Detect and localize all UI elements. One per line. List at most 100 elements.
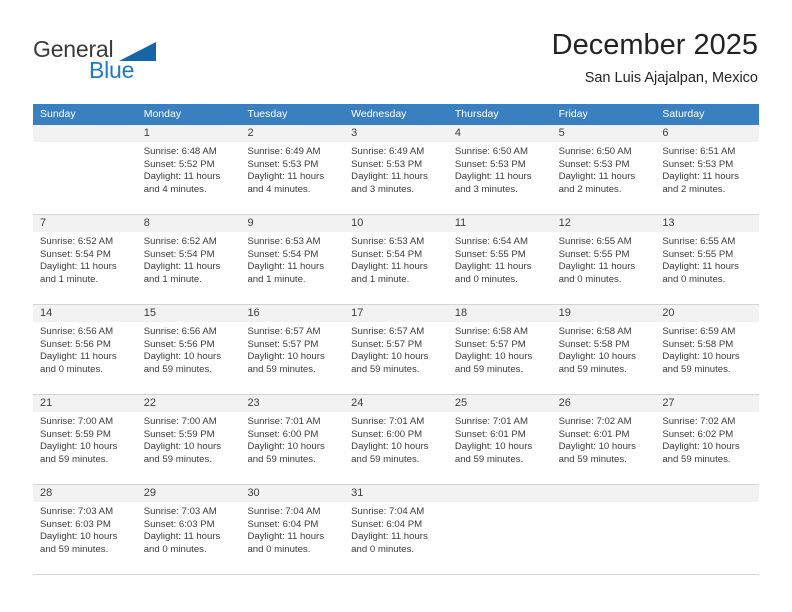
day-info-line: Sunset: 5:53 PM	[351, 158, 423, 170]
day-cell-1[interactable]: 1 Sunrise: 6:48 AM Sunset: 5:52 PM Daylight…	[136, 125, 241, 214]
day-info-line: Daylight: 10 hours	[662, 441, 740, 453]
day-info: Sunrise: 6:58 AM Sunset: 5:58 PM Daylight:…	[552, 322, 656, 376]
day-cell-31[interactable]: 31 Sunrise: 7:04 AM Sunset: 6:04 PM Dayligh…	[344, 485, 448, 574]
day-info	[552, 502, 656, 506]
day-number: 9	[240, 215, 345, 232]
day-number: 29	[136, 485, 241, 502]
day-info: Sunrise: 6:50 AM Sunset: 5:53 PM Daylight:…	[448, 142, 552, 196]
day-info-line: Sunrise: 6:56 AM	[143, 326, 217, 337]
day-info-line: and 59 minutes.	[351, 453, 420, 465]
day-cell-23[interactable]: 23 Sunrise: 7:01 AM Sunset: 6:00 PM Dayligh…	[240, 395, 345, 484]
day-cell-26[interactable]: 26 Sunrise: 7:02 AM Sunset: 6:01 PM Dayligh…	[551, 395, 656, 484]
day-info-line: Daylight: 10 hours	[247, 351, 325, 363]
day-cell-17[interactable]: 17 Sunrise: 6:57 AM Sunset: 5:57 PM Dayligh…	[344, 305, 448, 394]
day-info-line: Daylight: 11 hours	[454, 261, 532, 273]
day-number: 10	[344, 215, 448, 232]
day-number: 22	[136, 395, 241, 412]
day-cell-4[interactable]: 4 Sunrise: 6:50 AM Sunset: 5:53 PM Daylight…	[447, 125, 552, 214]
day-cell-20[interactable]: 20 Sunrise: 6:59 AM Sunset: 5:58 PM Dayligh…	[655, 305, 760, 394]
day-cell-27[interactable]: 27 Sunrise: 7:02 AM Sunset: 6:02 PM Dayligh…	[655, 395, 760, 484]
day-info-line: Sunset: 6:00 PM	[247, 428, 319, 440]
day-info: Sunrise: 6:49 AM Sunset: 5:53 PM Daylight:…	[240, 142, 344, 196]
day-info-line: and 59 minutes.	[558, 363, 627, 375]
day-info-line: Sunset: 6:02 PM	[662, 428, 734, 440]
day-info-line: and 4 minutes.	[143, 183, 207, 195]
day-info-line: Sunset: 5:53 PM	[662, 158, 734, 170]
day-info	[448, 502, 552, 506]
day-cell-2[interactable]: 2 Sunrise: 6:49 AM Sunset: 5:53 PM Daylight…	[240, 125, 345, 214]
day-info-line: and 2 minutes.	[558, 183, 622, 195]
day-info-line: Daylight: 11 hours	[247, 261, 325, 273]
day-cell-5[interactable]: 5 Sunrise: 6:50 AM Sunset: 5:53 PM Daylight…	[551, 125, 656, 214]
day-cell-6[interactable]: 6 Sunrise: 6:51 AM Sunset: 5:53 PM Daylight…	[655, 125, 760, 214]
day-cell-21[interactable]: 21 Sunrise: 7:00 AM Sunset: 5:59 PM Dayligh…	[33, 395, 137, 484]
day-cell-3[interactable]: 3 Sunrise: 6:49 AM Sunset: 5:53 PM Daylight…	[344, 125, 448, 214]
day-info-line: Daylight: 11 hours	[351, 261, 428, 273]
day-number: 1	[136, 125, 241, 142]
day-number: 12	[551, 215, 656, 232]
day-cell-13[interactable]: 13 Sunrise: 6:55 AM Sunset: 5:55 PM Dayligh…	[655, 215, 760, 304]
day-info-line: Sunrise: 6:53 AM	[351, 236, 425, 247]
weekday-header-saturday: Saturday	[662, 108, 705, 120]
day-info: Sunrise: 6:59 AM Sunset: 5:58 PM Daylight:…	[655, 322, 759, 376]
day-cell-10[interactable]: 10 Sunrise: 6:53 AM Sunset: 5:54 PM Dayligh…	[344, 215, 448, 304]
day-info-line: and 2 minutes.	[662, 183, 726, 195]
day-info-line: Sunset: 5:59 PM	[40, 428, 111, 440]
day-info-line: Daylight: 11 hours	[662, 171, 739, 183]
day-info-line: Sunset: 5:57 PM	[454, 338, 526, 350]
calendar-week-row: 21 Sunrise: 7:00 AM Sunset: 5:59 PM Dayligh…	[33, 395, 760, 485]
day-info-line: and 59 minutes.	[143, 363, 212, 375]
day-cell-19[interactable]: 19 Sunrise: 6:58 AM Sunset: 5:58 PM Dayligh…	[551, 305, 656, 394]
day-info-line: Sunset: 5:57 PM	[247, 338, 319, 350]
day-info: Sunrise: 6:52 AM Sunset: 5:54 PM Daylight:…	[137, 232, 241, 286]
day-cell-12[interactable]: 12 Sunrise: 6:55 AM Sunset: 5:55 PM Dayligh…	[551, 215, 656, 304]
day-cell-15[interactable]: 15 Sunrise: 6:56 AM Sunset: 5:56 PM Dayligh…	[136, 305, 241, 394]
day-info-line: Daylight: 11 hours	[351, 171, 428, 183]
day-info-line: and 59 minutes.	[662, 363, 731, 375]
day-info: Sunrise: 7:03 AM Sunset: 6:03 PM Daylight:…	[137, 502, 241, 556]
day-cell-30[interactable]: 30 Sunrise: 7:04 AM Sunset: 6:04 PM Dayligh…	[240, 485, 345, 574]
day-info-line: Sunrise: 6:49 AM	[247, 146, 321, 157]
day-cell-28[interactable]: 28 Sunrise: 7:03 AM Sunset: 6:03 PM Dayligh…	[33, 485, 137, 574]
page-header: General Blue December 2025 San Luis Ajaj…	[0, 0, 792, 100]
day-info-line: and 0 minutes.	[40, 363, 103, 375]
day-info: Sunrise: 6:55 AM Sunset: 5:55 PM Daylight:…	[552, 232, 656, 286]
day-cell-empty	[447, 485, 552, 574]
day-info-line: Daylight: 11 hours	[662, 261, 739, 273]
day-cell-24[interactable]: 24 Sunrise: 7:01 AM Sunset: 6:00 PM Dayligh…	[344, 395, 448, 484]
day-info: Sunrise: 6:53 AM Sunset: 5:54 PM Daylight:…	[240, 232, 344, 286]
general-blue-logo[interactable]: General Blue	[33, 36, 183, 88]
day-info: Sunrise: 6:52 AM Sunset: 5:54 PM Daylight:…	[33, 232, 137, 286]
day-info-line: Sunrise: 6:55 AM	[662, 236, 736, 247]
day-number: 19	[551, 305, 656, 322]
day-info-line: Sunset: 5:56 PM	[40, 338, 111, 350]
day-info-line: and 59 minutes.	[40, 543, 109, 555]
day-cell-8[interactable]: 8 Sunrise: 6:52 AM Sunset: 5:54 PM Daylight…	[136, 215, 241, 304]
day-cell-11[interactable]: 11 Sunrise: 6:54 AM Sunset: 5:55 PM Dayligh…	[447, 215, 552, 304]
day-info-line: Sunrise: 7:00 AM	[40, 416, 114, 427]
day-info-line: Sunrise: 7:00 AM	[143, 416, 217, 427]
day-info	[33, 142, 137, 146]
day-cell-18[interactable]: 18 Sunrise: 6:58 AM Sunset: 5:57 PM Dayligh…	[447, 305, 552, 394]
day-cell-14[interactable]: 14 Sunrise: 6:56 AM Sunset: 5:56 PM Dayligh…	[33, 305, 137, 394]
day-info-line: Daylight: 11 hours	[247, 531, 325, 543]
day-info-line: and 59 minutes.	[40, 453, 109, 465]
title-block: December 2025 San Luis Ajajalpan, Mexico	[552, 28, 758, 88]
day-cell-7[interactable]: 7 Sunrise: 6:52 AM Sunset: 5:54 PM Daylight…	[33, 215, 137, 304]
day-info-line: Sunset: 5:53 PM	[454, 158, 526, 170]
day-info-line: Sunset: 5:53 PM	[247, 158, 319, 170]
day-cell-29[interactable]: 29 Sunrise: 7:03 AM Sunset: 6:03 PM Dayligh…	[136, 485, 241, 574]
day-cell-16[interactable]: 16 Sunrise: 6:57 AM Sunset: 5:57 PM Dayligh…	[240, 305, 345, 394]
day-info-line: Daylight: 11 hours	[143, 171, 221, 183]
day-info-line: Sunrise: 7:01 AM	[351, 416, 425, 427]
day-cell-25[interactable]: 25 Sunrise: 7:01 AM Sunset: 6:01 PM Dayligh…	[447, 395, 552, 484]
day-cell-22[interactable]: 22 Sunrise: 7:00 AM Sunset: 5:59 PM Dayligh…	[136, 395, 241, 484]
day-info: Sunrise: 7:04 AM Sunset: 6:04 PM Daylight:…	[344, 502, 448, 556]
day-info-line: Sunrise: 7:03 AM	[40, 506, 114, 517]
day-info-line: Sunrise: 6:51 AM	[662, 146, 736, 157]
day-info-line: Sunrise: 6:48 AM	[143, 146, 217, 157]
day-number: 6	[655, 125, 760, 142]
day-info: Sunrise: 7:02 AM Sunset: 6:01 PM Daylight:…	[552, 412, 656, 466]
day-cell-9[interactable]: 9 Sunrise: 6:53 AM Sunset: 5:54 PM Daylight…	[240, 215, 345, 304]
day-info-line: Daylight: 10 hours	[143, 441, 222, 453]
